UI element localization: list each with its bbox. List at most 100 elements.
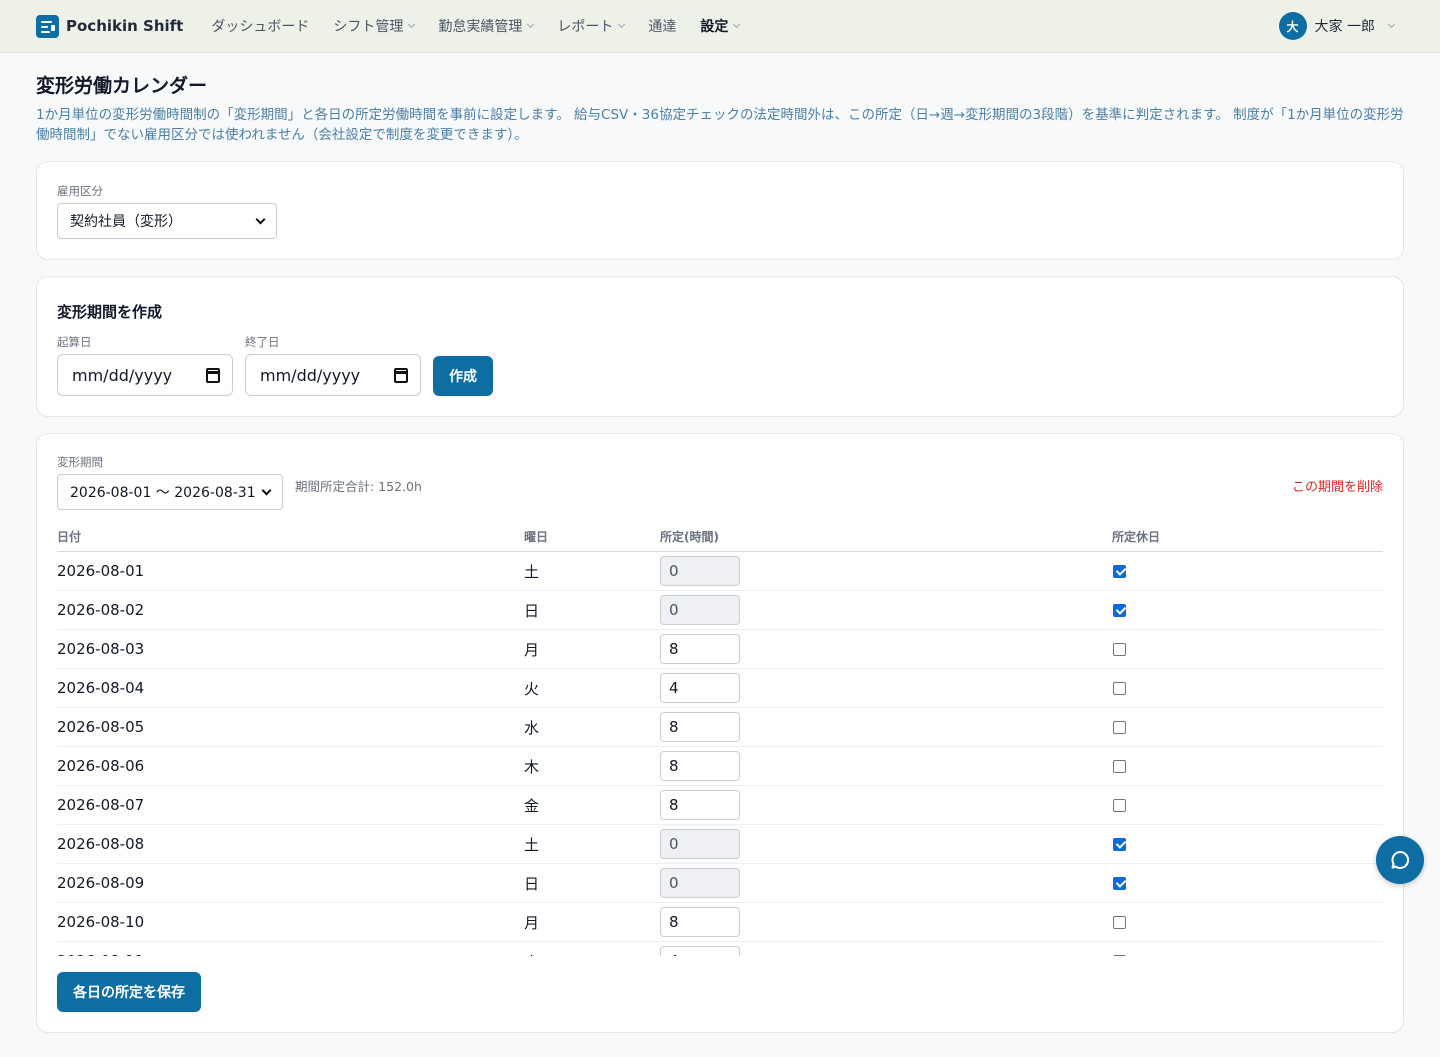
- hours-input: 0: [660, 556, 740, 586]
- calendar-table: 日付 曜日 所定(時間) 所定休日 2026-08-01 土 0 2026-08-02…: [57, 528, 1383, 956]
- row-date: 2026-08-10: [57, 902, 524, 942]
- row-date: 2026-08-01: [57, 551, 524, 591]
- main-content: 変形労働カレンダー 1か月単位の変形労働時間制の「変形期間」と各日の所定労働時間…: [0, 53, 1440, 1033]
- row-holiday-cell: [1112, 590, 1383, 630]
- row-date: 2026-08-09: [57, 863, 524, 903]
- row-dow: 月: [524, 629, 660, 669]
- row-hours-cell: 4: [660, 941, 1112, 956]
- main-nav: ダッシュボード シフト管理 勤怠実績管理 レポート 通達 設定: [199, 0, 751, 53]
- holiday-checkbox[interactable]: [1113, 681, 1126, 695]
- header-dow: 曜日: [524, 528, 660, 552]
- hours-input: 0: [660, 868, 740, 898]
- start-date-placeholder: mm/dd/yyyy: [72, 365, 173, 385]
- row-date: 2026-08-06: [57, 746, 524, 786]
- table-row: 2026-08-07 金 8: [57, 785, 1383, 825]
- table-row: 2026-08-05 水 8: [57, 707, 1383, 747]
- row-hours-cell: 8: [660, 707, 1112, 747]
- nav-item-notice[interactable]: 通達: [636, 0, 688, 53]
- holiday-checkbox[interactable]: [1113, 564, 1126, 578]
- chevron-down-icon: [527, 20, 535, 28]
- employment-label: 雇用区分: [57, 184, 103, 198]
- row-date: 2026-08-04: [57, 668, 524, 708]
- hours-input: 0: [660, 829, 740, 859]
- row-date: 2026-08-08: [57, 824, 524, 864]
- page-title: 変形労働カレンダー: [36, 75, 208, 97]
- hours-input[interactable]: 8: [660, 907, 740, 937]
- calendar-icon[interactable]: [206, 367, 220, 383]
- holiday-checkbox[interactable]: [1113, 915, 1126, 929]
- row-date: 2026-08-02: [57, 590, 524, 630]
- nav-item-settings[interactable]: 設定: [688, 0, 751, 53]
- holiday-checkbox[interactable]: [1113, 798, 1126, 812]
- nav-item-shift[interactable]: シフト管理: [321, 0, 426, 53]
- employment-select[interactable]: 契約社員（変形）: [57, 203, 277, 239]
- nav-label: ダッシュボード: [211, 19, 310, 35]
- calendar-table-scroll[interactable]: 日付 曜日 所定(時間) 所定休日 2026-08-01 土 0 2026-08-02…: [57, 528, 1383, 956]
- brand[interactable]: Pochikin Shift: [36, 14, 183, 38]
- row-hours-cell: 8: [660, 785, 1112, 825]
- row-dow: 金: [524, 785, 660, 825]
- hours-input[interactable]: 4: [660, 673, 740, 703]
- brand-logo-icon: [36, 14, 59, 38]
- table-row: 2026-08-02 日 0: [57, 590, 1383, 630]
- period-total: 期間所定合計: 152.0h: [295, 479, 422, 494]
- row-dow: 土: [524, 824, 660, 864]
- hours-input[interactable]: 8: [660, 634, 740, 664]
- period-select[interactable]: 2026-08-01 〜 2026-08-31: [57, 474, 283, 510]
- table-row: 2026-08-10 月 8: [57, 902, 1383, 942]
- chevron-down-icon: [408, 20, 416, 28]
- row-hours-cell: 0: [660, 824, 1112, 864]
- employment-card: 雇用区分 契約社員（変形）: [36, 161, 1404, 260]
- end-date-label: 終了日: [245, 335, 280, 349]
- nav-label: レポート: [557, 19, 614, 35]
- row-holiday-cell: [1112, 941, 1383, 956]
- delete-period-link[interactable]: この期間を削除: [1292, 476, 1383, 495]
- holiday-checkbox[interactable]: [1113, 720, 1126, 734]
- nav-item-report[interactable]: レポート: [545, 0, 636, 53]
- hours-input[interactable]: 8: [660, 712, 740, 742]
- create-button[interactable]: 作成: [433, 356, 493, 396]
- row-holiday-cell: [1112, 902, 1383, 942]
- user-menu[interactable]: 大 大家 一郎: [1278, 12, 1396, 40]
- start-date-input[interactable]: mm/dd/yyyy: [57, 354, 233, 396]
- row-dow: 火: [524, 941, 660, 956]
- end-date-input[interactable]: mm/dd/yyyy: [245, 354, 421, 396]
- holiday-checkbox[interactable]: [1113, 837, 1126, 851]
- row-holiday-cell: [1112, 746, 1383, 786]
- user-name: 大家 一郎: [1314, 19, 1375, 35]
- nav-item-attendance[interactable]: 勤怠実績管理: [426, 0, 545, 53]
- create-period-title: 変形期間を作成: [57, 303, 163, 321]
- nav-label: 通達: [648, 19, 677, 35]
- hours-input[interactable]: 4: [660, 946, 740, 956]
- period-card: 変形期間 2026-08-01 〜 2026-08-31 期間所定合計: 152…: [36, 433, 1404, 1033]
- start-date-label: 起算日: [57, 335, 92, 349]
- holiday-checkbox[interactable]: [1113, 603, 1126, 617]
- row-date: 2026-08-11: [57, 941, 524, 956]
- row-date: 2026-08-07: [57, 785, 524, 825]
- chevron-down-icon: [618, 20, 626, 28]
- period-label: 変形期間: [57, 455, 103, 469]
- row-hours-cell: 0: [660, 590, 1112, 630]
- holiday-checkbox[interactable]: [1113, 642, 1126, 656]
- holiday-checkbox[interactable]: [1113, 954, 1126, 956]
- row-hours-cell: 0: [660, 863, 1112, 903]
- nav-label: 勤怠実績管理: [438, 19, 523, 35]
- table-row: 2026-08-01 土 0: [57, 551, 1383, 591]
- period-header: 変形期間 2026-08-01 〜 2026-08-31 期間所定合計: 152…: [57, 454, 1383, 510]
- nav-label: 設定: [700, 19, 729, 35]
- holiday-checkbox[interactable]: [1113, 759, 1126, 773]
- create-period-form: 起算日 mm/dd/yyyy 終了日 mm/dd/yyyy 作成: [57, 334, 1383, 396]
- hours-input[interactable]: 8: [660, 790, 740, 820]
- row-dow: 火: [524, 668, 660, 708]
- chevron-down-icon: [261, 485, 272, 495]
- row-holiday-cell: [1112, 785, 1383, 825]
- nav-item-dashboard[interactable]: ダッシュボード: [199, 0, 321, 53]
- row-dow: 月: [524, 902, 660, 942]
- save-button[interactable]: 各日の所定を保存: [57, 972, 201, 1012]
- holiday-checkbox[interactable]: [1113, 876, 1126, 890]
- create-period-card: 変形期間を作成 起算日 mm/dd/yyyy 終了日 mm/dd/yyyy 作成: [36, 276, 1404, 417]
- chat-button[interactable]: [1376, 836, 1424, 884]
- row-holiday-cell: [1112, 863, 1383, 903]
- calendar-icon[interactable]: [394, 367, 408, 383]
- hours-input[interactable]: 8: [660, 751, 740, 781]
